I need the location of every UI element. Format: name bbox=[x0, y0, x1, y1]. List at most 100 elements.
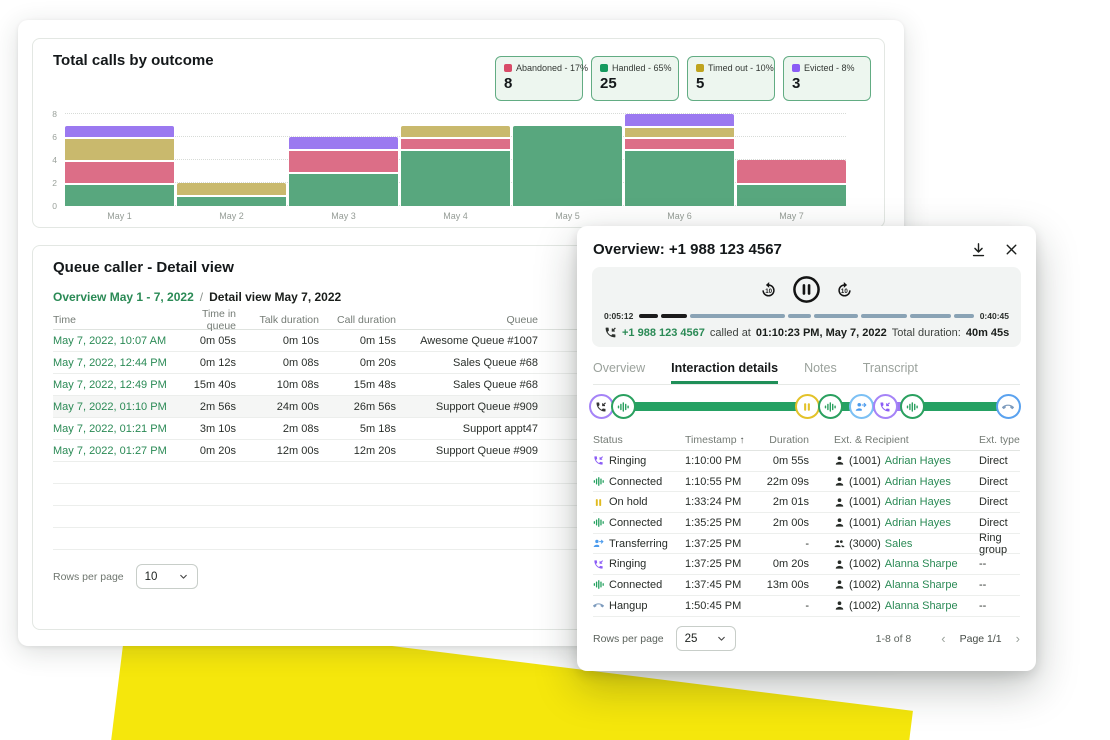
interaction-row[interactable]: Hangup 1:50:45 PM - (1002)Alanna Sharpe … bbox=[593, 596, 1020, 617]
bar-segment-handled bbox=[401, 149, 510, 207]
progress-segment[interactable] bbox=[954, 314, 974, 318]
bar-segment-abandoned bbox=[737, 160, 846, 183]
progress-segment[interactable] bbox=[788, 314, 811, 318]
progress-segment[interactable] bbox=[814, 314, 857, 318]
recipient-link[interactable]: Adrian Hayes bbox=[885, 476, 951, 488]
interaction-row[interactable]: On hold 1:33:24 PM 2m 01s (1001)Adrian H… bbox=[593, 492, 1020, 513]
recipient-link[interactable]: Alanna Sharpe bbox=[885, 558, 958, 570]
recipient-link[interactable]: Adrian Hayes bbox=[885, 455, 951, 467]
overlay-title: Overview: +1 988 123 4567 bbox=[593, 241, 970, 258]
extension: (1001) bbox=[849, 496, 881, 508]
timeline-pause-icon[interactable] bbox=[795, 394, 820, 419]
recipient-link[interactable]: Alanna Sharpe bbox=[885, 579, 958, 591]
audio-player: 1010 0:05:12 0:40:45 +1 988 123 4567 cal… bbox=[592, 267, 1021, 347]
interaction-row[interactable]: Connected 1:10:55 PM 22m 09s (1001)Adria… bbox=[593, 472, 1020, 493]
sort-asc-icon: ↑ bbox=[739, 435, 744, 446]
timeline-voice-icon[interactable] bbox=[611, 394, 636, 419]
recipient-link[interactable]: Sales bbox=[885, 538, 913, 550]
breadcrumb-current: Detail view May 7, 2022 bbox=[209, 290, 341, 304]
timeline-voice-icon[interactable] bbox=[900, 394, 925, 419]
tab-notes[interactable]: Notes bbox=[804, 361, 837, 384]
col-timestamp[interactable]: Timestamp ↑ bbox=[685, 434, 763, 446]
x-axis-label: May 2 bbox=[177, 211, 286, 221]
rewind-10-icon[interactable]: 10 bbox=[758, 279, 779, 300]
timeline-voice-icon[interactable] bbox=[818, 394, 843, 419]
recipient-link[interactable]: Alanna Sharpe bbox=[885, 600, 958, 612]
interaction-row[interactable]: Ringing 1:10:00 PM 0m 55s (1001)Adrian H… bbox=[593, 451, 1020, 472]
timestamp: 1:37:25 PM bbox=[685, 558, 763, 570]
timestamp: 1:10:00 PM bbox=[685, 455, 763, 467]
tab-transcript[interactable]: Transcript bbox=[863, 361, 918, 384]
ext-type: Direct bbox=[967, 455, 1020, 467]
recipient-link[interactable]: Adrian Hayes bbox=[885, 517, 951, 529]
recipient-icon bbox=[834, 476, 845, 487]
legend-card[interactable]: Abandoned - 17%8 bbox=[495, 56, 583, 101]
tab-overview[interactable]: Overview bbox=[593, 361, 645, 384]
duration: 0m 55s bbox=[763, 455, 809, 467]
timeline-phone-incoming-icon[interactable] bbox=[589, 394, 614, 419]
rows-per-page-select[interactable]: 25 bbox=[676, 626, 736, 651]
bar-segment-abandoned bbox=[289, 149, 398, 172]
recipient-icon bbox=[834, 455, 845, 466]
total-duration: 40m 45s bbox=[966, 327, 1009, 339]
timeline-hangup-icon[interactable] bbox=[996, 394, 1021, 419]
pause-circle-icon[interactable] bbox=[792, 275, 821, 304]
status-label: Ringing bbox=[609, 455, 646, 467]
interaction-timeline bbox=[593, 389, 1020, 427]
legend-card[interactable]: Handled - 65%25 bbox=[591, 56, 679, 101]
bar-segment-evicted bbox=[289, 137, 398, 149]
progress-bar[interactable] bbox=[639, 314, 973, 318]
progress-segment[interactable] bbox=[861, 314, 908, 318]
close-icon[interactable] bbox=[1003, 241, 1020, 258]
duration: - bbox=[763, 538, 809, 550]
forward-10-icon[interactable]: 10 bbox=[834, 279, 855, 300]
timeline-phone-incoming-icon[interactable] bbox=[873, 394, 898, 419]
elapsed-time: 0:05:12 bbox=[604, 311, 633, 321]
x-axis-label: May 5 bbox=[513, 211, 622, 221]
status-label: Connected bbox=[609, 476, 662, 488]
bar-may-5 bbox=[513, 126, 622, 207]
interaction-row[interactable]: Ringing 1:37:25 PM 0m 20s (1002)Alanna S… bbox=[593, 554, 1020, 575]
legend-value: 3 bbox=[792, 75, 862, 92]
timestamp: 1:37:25 PM bbox=[685, 538, 763, 550]
prev-page-icon[interactable]: ‹ bbox=[941, 631, 945, 646]
interaction-row[interactable]: Transferring 1:37:25 PM - (3000)Sales Ri… bbox=[593, 534, 1020, 555]
status-icon bbox=[593, 559, 604, 570]
next-page-icon[interactable]: › bbox=[1016, 631, 1020, 646]
col-duration: Duration bbox=[763, 434, 809, 446]
status-label: Transferring bbox=[609, 538, 668, 550]
ext-type: Direct bbox=[967, 517, 1020, 529]
extension: (3000) bbox=[849, 538, 881, 550]
rows-per-page-select[interactable]: 10 bbox=[136, 564, 198, 589]
timeline-transfer-icon[interactable] bbox=[849, 394, 874, 419]
tab-interaction-details[interactable]: Interaction details bbox=[671, 361, 778, 384]
extension: (1001) bbox=[849, 476, 881, 488]
progress-segment[interactable] bbox=[639, 314, 658, 318]
duration: 2m 00s bbox=[763, 517, 809, 529]
status-label: Ringing bbox=[609, 558, 646, 570]
legend-card[interactable]: Evicted - 8% 3 bbox=[783, 56, 871, 101]
caller-number-link[interactable]: +1 988 123 4567 bbox=[622, 327, 705, 339]
progress-segment[interactable] bbox=[690, 314, 785, 318]
bar-segment-handled bbox=[513, 126, 622, 207]
download-icon[interactable] bbox=[970, 241, 987, 258]
bar-segment-abandoned bbox=[65, 160, 174, 183]
interaction-row[interactable]: Connected 1:35:25 PM 2m 00s (1001)Adrian… bbox=[593, 513, 1020, 534]
recipient-icon bbox=[834, 497, 845, 508]
breadcrumb-overview-link[interactable]: Overview May 1 - 7, 2022 bbox=[53, 290, 194, 304]
progress-segment[interactable] bbox=[661, 314, 687, 318]
legend-label: Evicted - 8% bbox=[804, 63, 855, 73]
status-icon bbox=[593, 600, 604, 611]
interaction-row[interactable]: Connected 1:37:45 PM 13m 00s (1002)Alann… bbox=[593, 575, 1020, 596]
legend-value: 5 bbox=[696, 75, 766, 92]
bar-segment-evicted bbox=[65, 126, 174, 138]
recipient-link[interactable]: Adrian Hayes bbox=[885, 496, 951, 508]
recipient-icon bbox=[834, 600, 845, 611]
timestamp: 1:50:45 PM bbox=[685, 600, 763, 612]
chart-legend: Abandoned - 17%8Handled - 65%25Timed out… bbox=[495, 56, 871, 101]
progress-segment[interactable] bbox=[910, 314, 950, 318]
legend-swatch bbox=[792, 64, 800, 72]
legend-card[interactable]: Timed out - 10%5 bbox=[687, 56, 775, 101]
ext-type: Direct bbox=[967, 476, 1020, 488]
overlay-pagination: Rows per page 25 1-8 of 8 ‹ Page 1/1 › bbox=[593, 617, 1020, 661]
